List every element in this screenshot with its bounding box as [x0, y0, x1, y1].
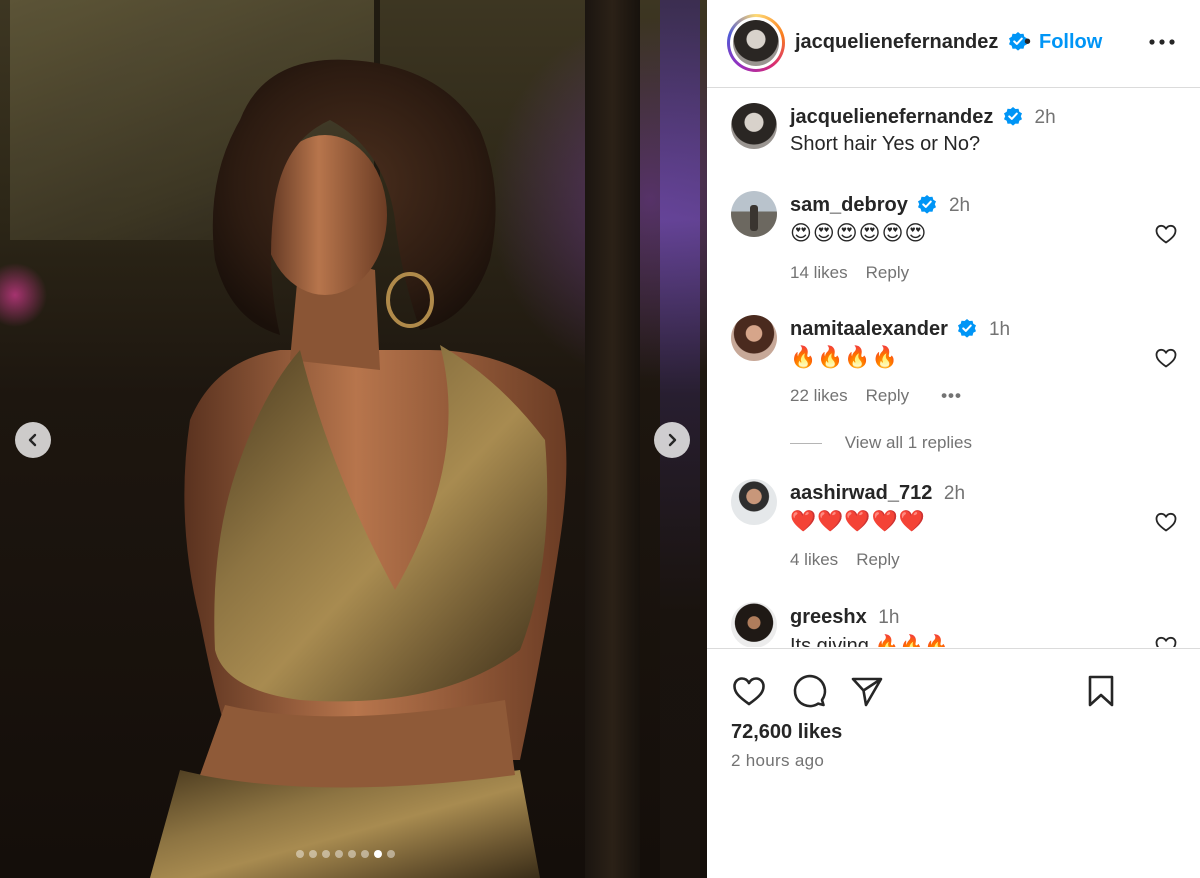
post-actions: 72,600 likes 2 hours ago: [707, 648, 1200, 878]
comment-icon[interactable]: [791, 673, 827, 709]
post-header: jacquelienefernandez • Follow: [707, 0, 1200, 88]
like-comment-heart-icon[interactable]: [1154, 634, 1178, 647]
header-separator: •: [1024, 31, 1032, 53]
caption-username-text[interactable]: jacquelienefernandez: [790, 106, 993, 128]
carousel-dot: [387, 850, 395, 858]
verified-icon: [1003, 107, 1022, 126]
comment-username[interactable]: greeshx 1h: [790, 606, 899, 629]
like-comment-heart-icon[interactable]: [1154, 510, 1178, 534]
comment-time: 1h: [988, 319, 1011, 340]
carousel-dot: [322, 850, 330, 858]
carousel-dot: [309, 850, 317, 858]
comment-time: 2h: [948, 195, 971, 216]
carousel-dot: [361, 850, 369, 858]
comment-likes[interactable]: 22 likes: [790, 386, 848, 405]
comment-meta: 22 likes Reply •••: [790, 386, 962, 406]
author-avatar[interactable]: [727, 14, 785, 72]
share-icon[interactable]: [849, 673, 885, 709]
follow-button[interactable]: Follow: [1039, 31, 1102, 54]
next-photo-button[interactable]: [654, 422, 690, 458]
carousel-dot: [335, 850, 343, 858]
likes-count[interactable]: 72,600 likes: [731, 721, 842, 744]
verified-icon: [918, 195, 937, 214]
reply-button[interactable]: Reply: [866, 263, 909, 282]
post-photo[interactable]: [0, 0, 707, 878]
comment-avatar[interactable]: [731, 479, 777, 525]
view-replies-button[interactable]: View all 1 replies: [790, 433, 972, 453]
comment-avatar[interactable]: [731, 315, 777, 361]
comment-options-button[interactable]: •••: [941, 386, 962, 405]
caption-text: Short hair Yes or No?: [790, 133, 981, 155]
caption-time: 2h: [1034, 107, 1056, 128]
comment-time: 1h: [878, 607, 900, 628]
like-heart-icon[interactable]: [731, 673, 767, 709]
comment-text: 🔥🔥🔥🔥: [790, 345, 899, 369]
view-replies-label[interactable]: View all 1 replies: [845, 433, 972, 452]
comment-username[interactable]: aashirwad_712 2h: [790, 482, 965, 505]
comment-likes[interactable]: 4 likes: [790, 550, 838, 569]
comment-meta: 14 likes Reply: [790, 263, 909, 283]
chevron-left-icon: [28, 433, 37, 447]
caption-username[interactable]: jacquelienefernandez 2h: [790, 106, 1056, 129]
more-options-button[interactable]: [1147, 27, 1177, 57]
like-comment-heart-icon[interactable]: [1154, 346, 1178, 370]
comment-text: 😍😍😍😍😍😍: [790, 221, 928, 245]
comments-list[interactable]: jacquelienefernandez 2h Short hair Yes o…: [707, 89, 1200, 647]
carousel-dot: [348, 850, 356, 858]
comment-username[interactable]: namitaalexander 1h: [790, 318, 1010, 341]
model-figure: [150, 59, 567, 878]
carousel-dot: [296, 850, 304, 858]
comment-username-text[interactable]: sam_debroy: [790, 194, 908, 216]
comment-username-text[interactable]: namitaalexander: [790, 318, 948, 340]
carousel-indicator: [296, 850, 395, 858]
bookmark-icon[interactable]: [1083, 673, 1119, 709]
comment-text: ❤️❤️❤️❤️❤️: [790, 509, 926, 533]
chevron-right-icon: [668, 433, 677, 447]
post-side-panel: jacquelienefernandez • Follow jacquelien…: [707, 0, 1200, 878]
carousel-dot: [374, 850, 382, 858]
previous-photo-button[interactable]: [15, 422, 51, 458]
post-timestamp[interactable]: 2 hours ago: [731, 751, 824, 771]
more-icon: [1149, 39, 1175, 45]
author-username[interactable]: jacquelienefernandez: [795, 31, 1028, 54]
comment-avatar[interactable]: [731, 191, 777, 237]
comment-meta: 4 likes Reply: [790, 550, 900, 570]
reply-button[interactable]: Reply: [866, 386, 909, 405]
caption-avatar[interactable]: [731, 103, 777, 149]
comment-username-text[interactable]: aashirwad_712: [790, 482, 932, 504]
like-comment-heart-icon[interactable]: [1154, 222, 1178, 246]
comment-avatar[interactable]: [731, 602, 777, 647]
comment-time: 2h: [943, 483, 966, 504]
author-username-text[interactable]: jacquelienefernandez: [795, 31, 998, 53]
comment-text: Its giving 🔥🔥🔥: [790, 635, 950, 647]
verified-icon: [958, 319, 977, 338]
comment-username[interactable]: sam_debroy 2h: [790, 194, 970, 217]
comment-username-text[interactable]: greeshx: [790, 606, 867, 628]
reply-button[interactable]: Reply: [856, 550, 899, 569]
comment-likes[interactable]: 14 likes: [790, 263, 848, 282]
